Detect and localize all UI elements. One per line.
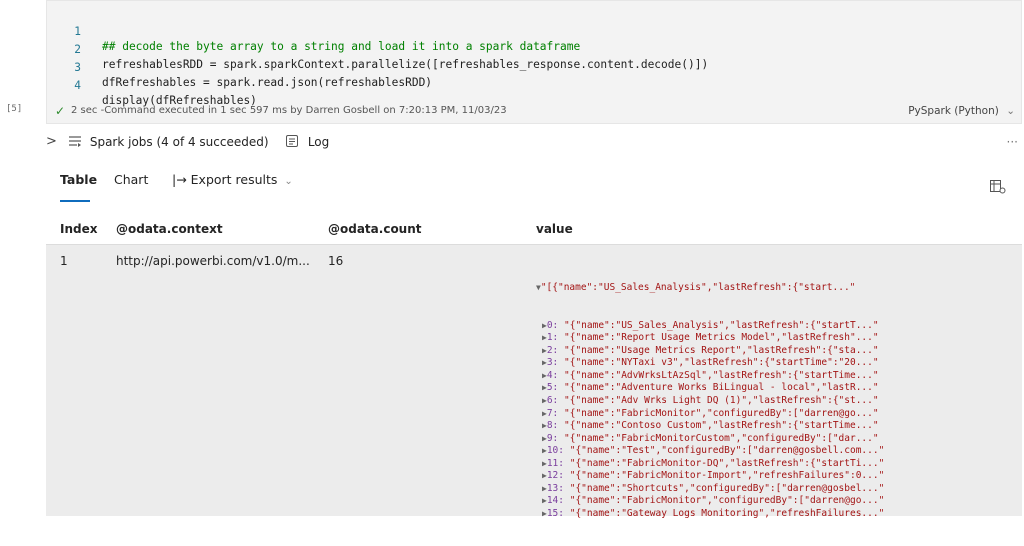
spark-jobs-label: Spark jobs (4 of 4 succeeded) [89,135,269,149]
json-item-key: 6: [546,395,559,407]
code-text: refreshablesRDD = spark.sparkContext.par… [102,58,709,71]
json-item-value: "{"name":"NYTaxi v3","lastRefresh":{"sta… [564,357,879,369]
table-header: Index @odata.context @odata.count value [46,214,1022,245]
json-item[interactable]: ▶3: "{"name":"NYTaxi v3","lastRefresh":{… [536,357,884,370]
json-item-value: "{"name":"Gateway Logs Monitoring","refr… [569,507,885,519]
output-toolbar: > Spark jobs (4 of 4 succeeded) Log ··· [46,130,1022,154]
json-item[interactable]: ▶1: "{"name":"Report Usage Metrics Model… [536,332,884,345]
json-item[interactable]: ▶7: "{"name":"FabricMonitor","configured… [536,408,884,421]
table-row[interactable]: 1 http://api.powerbi.com/v1.0/m... 16 ▼"… [46,245,1022,519]
json-item-key: 3: [546,357,559,369]
json-items: ▶0: "{"name":"US_Sales_Analysis","lastRe… [536,320,884,521]
json-item[interactable]: ▶10: "{"name":"Test","configuredBy":["da… [536,445,884,458]
json-item-key: 14: [546,495,564,507]
log-button[interactable]: Log [286,130,329,154]
code-line-3[interactable]: 3 dfRefreshables = spark.read.json(refre… [47,45,432,89]
json-item-key: 8: [546,420,559,432]
tab-chart[interactable]: Chart [114,172,148,187]
json-item[interactable]: ▶12: "{"name":"FabricMonitor-Import","re… [536,470,884,483]
cell-status-bar: ✓ 2 sec -Command executed in 1 sec 597 m… [47,101,1023,121]
spark-jobs-toggle[interactable]: Spark jobs (4 of 4 succeeded) [68,130,269,154]
json-item[interactable]: ▶6: "{"name":"Adv Wrks Light DQ (1)","la… [536,395,884,408]
json-item[interactable]: ▶4: "{"name":"AdvWrksLtAzSql","lastRefre… [536,370,884,383]
json-item-value: "{"name":"FabricMonitorCustom","configur… [564,432,879,444]
json-item-key: 11: [546,457,564,469]
json-item-value: "{"name":"AdvWrksLtAzSql","lastRefresh":… [564,369,879,381]
language-label: PySpark (Python) [908,105,999,117]
json-item-value: "{"name":"FabricMonitor-DQ","lastRefresh… [569,457,885,469]
tab-table[interactable]: Table [60,172,98,202]
json-item-key: 5: [546,382,559,394]
json-item-value: "{"name":"Report Usage Metrics Model","l… [564,332,879,344]
json-item[interactable]: ▶15: "{"name":"Gateway Logs Monitoring",… [536,508,884,521]
column-header-odata-count[interactable]: @odata.count [328,214,422,244]
json-item[interactable]: ▶2: "{"name":"Usage Metrics Report","las… [536,345,884,358]
json-item-key: 12: [546,470,564,482]
json-summary: "[{"name":"US_Sales_Analysis","lastRefre… [540,282,856,294]
json-item[interactable]: ▶0: "{"name":"US_Sales_Analysis","lastRe… [536,320,884,333]
tab-table-label: Table [60,172,98,187]
json-tree: ▼"[{"name":"US_Sales_Analysis","lastRefr… [536,257,884,546]
cell-odata-context: http://api.powerbi.com/v1.0/m... [116,254,310,268]
json-item-key: 0: [546,319,559,331]
json-item[interactable]: ▶9: "{"name":"FabricMonitorCustom","conf… [536,433,884,446]
active-tab-indicator [60,200,90,202]
json-item-value: "{"name":"FabricMonitor","configuredBy":… [569,495,885,507]
export-results-button[interactable]: |→ Export results ⌄ [172,172,293,187]
code-cell[interactable]: 1 ## decode the byte array to a string a… [46,0,1022,124]
json-item-value: "{"name":"US_Sales_Analysis","lastRefres… [564,319,879,331]
code-text: dfRefreshables = spark.read.json(refresh… [102,76,433,89]
json-item[interactable]: ▶8: "{"name":"Contoso Custom","lastRefre… [536,420,884,433]
json-item-key: 10: [546,445,564,457]
chevron-down-icon: ⌄ [1006,105,1015,117]
json-item[interactable]: ▶14: "{"name":"FabricMonitor","configure… [536,495,884,508]
more-options-icon[interactable]: ··· [1007,130,1018,154]
export-results-label: |→ Export results [172,172,278,187]
line-number: 4 [74,79,81,92]
json-item-value: "{"name":"FabricMonitor","configuredBy":… [564,407,879,419]
json-item-key: 9: [546,432,559,444]
json-item-key: 1: [546,332,559,344]
result-tabs: Table Chart |→ Export results ⌄ [60,172,960,202]
json-item-value: "{"name":"FabricMonitor-Import","refresh… [569,470,885,482]
json-item[interactable]: ▶11: "{"name":"FabricMonitor-DQ","lastRe… [536,458,884,471]
column-header-index[interactable]: Index [60,214,97,244]
json-item-key: 15: [546,507,564,519]
code-line-4[interactable]: 4 display(dfRefreshables) [47,63,257,107]
json-item-value: "{"name":"Contoso Custom","lastRefresh":… [564,420,879,432]
log-icon [286,135,298,147]
log-label: Log [307,135,330,149]
json-item-key: 2: [546,344,559,356]
cell-index: 1 [60,254,68,268]
json-item-value: "{"name":"Adventure Works BiLingual - lo… [564,382,879,394]
json-item-value: "{"name":"Usage Metrics Report","lastRef… [564,344,879,356]
json-item[interactable]: ▶13: "{"name":"Shortcuts","configuredBy"… [536,483,884,496]
checkmark-icon: ✓ [55,104,66,118]
chevron-right-icon[interactable]: > [46,130,57,154]
json-item-key: 4: [546,369,559,381]
chevron-down-icon: ⌄ [284,176,293,187]
json-item-value: "{"name":"Shortcuts","configuredBy":["da… [569,482,885,494]
code-line-1[interactable]: 1 ## decode the byte array to a string a… [47,9,580,53]
cell-odata-count: 16 [328,254,344,268]
json-item-value: "{"name":"Test","configuredBy":["darren@… [569,445,885,457]
code-line-2[interactable]: 2 refreshablesRDD = spark.sparkContext.p… [47,27,708,71]
execution-count: [5] [6,104,23,114]
json-root[interactable]: ▼"[{"name":"US_Sales_Analysis","lastRefr… [536,282,884,295]
json-item-key: 13: [546,482,564,494]
column-header-odata-context[interactable]: @odata.context [116,214,223,244]
language-selector[interactable]: PySpark (Python) ⌄ [908,101,1015,121]
json-item-key: 7: [546,407,559,419]
column-header-value[interactable]: value [536,214,573,244]
json-item[interactable]: ▶5: "{"name":"Adventure Works BiLingual … [536,382,884,395]
table-settings-icon[interactable] [990,180,1006,194]
spark-jobs-icon [69,136,81,147]
json-item-value: "{"name":"Adv Wrks Light DQ (1)","lastRe… [564,395,879,407]
execution-status: 2 sec -Command executed in 1 sec 597 ms … [71,105,507,116]
code-text: ## decode the byte array to a string and… [102,40,581,53]
